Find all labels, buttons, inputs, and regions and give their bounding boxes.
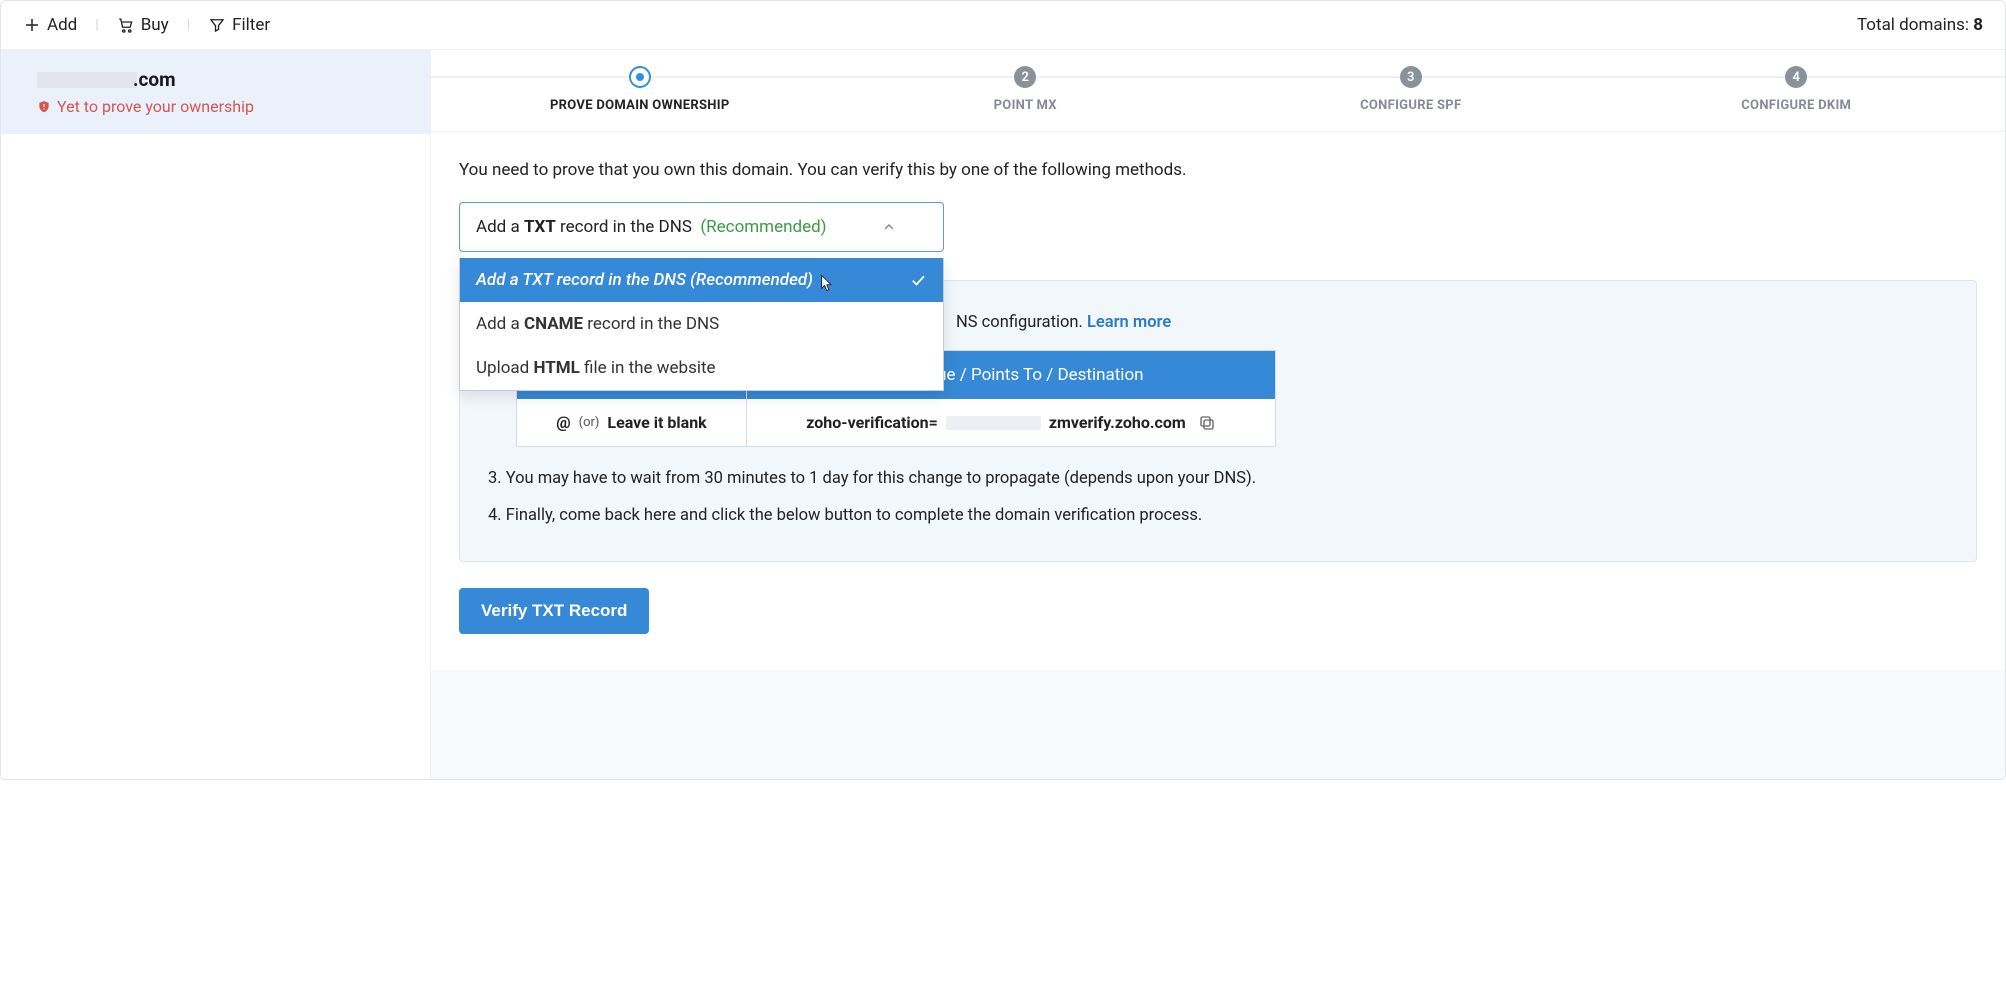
step-label: Point MX [994, 98, 1057, 113]
step-circle: 2 [1014, 66, 1036, 88]
toolbar-separator: | [187, 17, 190, 33]
option-cname-record[interactable]: Add a CNAME record in the DNS [460, 302, 943, 346]
top-toolbar: Add | Buy | Filter Total domains: 8 [1, 1, 2005, 50]
step-prove-ownership[interactable]: Prove Domain Ownership [447, 66, 833, 113]
intro-text: You need to prove that you own this doma… [459, 160, 1977, 180]
cart-icon [117, 16, 135, 34]
stepper: Prove Domain Ownership 2 Point MX 3 Conf… [431, 50, 2005, 132]
filter-icon [208, 16, 226, 34]
at-symbol: @ [556, 413, 570, 432]
buy-button[interactable]: Buy [117, 15, 169, 35]
redacted-value [946, 416, 1041, 430]
verification-panel: You need to prove that you own this doma… [431, 132, 2005, 670]
shield-alert-icon [37, 100, 51, 114]
option-label: Upload HTML file in the website [476, 358, 716, 378]
txt-value-pre: zoho-verification= [806, 413, 938, 432]
domain-sidebar: .com Yet to prove your ownership [1, 50, 431, 779]
verify-txt-button[interactable]: Verify TXT Record [459, 588, 649, 634]
step-label: Prove Domain Ownership [550, 98, 730, 113]
domain-name: .com [37, 68, 394, 91]
step-configure-spf[interactable]: 3 Configure SPF [1218, 66, 1604, 113]
option-label: Add a CNAME record in the DNS [476, 314, 719, 334]
add-button[interactable]: Add [23, 15, 77, 35]
txt-name-cell: @ (or) Leave it blank [517, 399, 747, 446]
total-domains: Total domains: 8 [1857, 15, 1983, 35]
step-label: Configure SPF [1360, 98, 1461, 113]
option-label: Add a TXT record in the DNS (Recommended… [476, 270, 813, 290]
warning-text: Yet to prove your ownership [57, 97, 254, 116]
step-configure-dkim[interactable]: 4 Configure DKIM [1604, 66, 1990, 113]
method-dropdown: Add a TXT record in the DNS (Recommended… [459, 258, 944, 391]
total-label: Total domains: [1857, 15, 1973, 35]
option-txt-record[interactable]: Add a TXT record in the DNS (Recommended… [460, 258, 943, 302]
txt-value-cell: zoho-verification= zmverify.zoho.com [747, 399, 1275, 446]
toolbar-left: Add | Buy | Filter [23, 15, 270, 35]
add-label: Add [47, 15, 77, 35]
step-point-mx[interactable]: 2 Point MX [833, 66, 1219, 113]
plus-icon [23, 16, 41, 34]
copy-icon[interactable] [1198, 414, 1216, 432]
leave-blank-text: Leave it blank [607, 413, 706, 432]
instruction-step3: 3. You may have to wait from 30 minutes … [488, 469, 1948, 488]
step-circle: 3 [1400, 66, 1422, 88]
option-html-file[interactable]: Upload HTML file in the website [460, 346, 943, 390]
step-circle: 4 [1785, 66, 1807, 88]
check-icon [909, 271, 927, 289]
total-count: 8 [1973, 15, 1983, 35]
method-select[interactable]: Add a TXT record in the DNS (Recommended… [459, 202, 944, 252]
ownership-warning: Yet to prove your ownership [37, 97, 394, 116]
recommended-tag: (Recommended) [700, 217, 826, 237]
method-select-wrap: Add a TXT record in the DNS (Recommended… [459, 202, 944, 252]
table-row: @ (or) Leave it blank zoho-verification=… [517, 399, 1275, 446]
txt-value-post: zmverify.zoho.com [1049, 413, 1186, 432]
domain-suffix: .com [133, 68, 176, 91]
toolbar-separator: | [95, 17, 98, 33]
step-circle-active [629, 66, 651, 88]
select-display: Add a TXT record in the DNS (Recommended… [476, 217, 827, 237]
content-panel: Prove Domain Ownership 2 Point MX 3 Conf… [431, 50, 2005, 779]
chevron-up-icon [881, 219, 897, 235]
main-area: .com Yet to prove your ownership Prove D… [1, 50, 2005, 779]
or-text: (or) [579, 415, 600, 430]
learn-more-link[interactable]: Learn more [1087, 313, 1171, 332]
step-label: Configure DKIM [1741, 98, 1851, 113]
domain-card[interactable]: .com Yet to prove your ownership [1, 50, 430, 134]
filter-label: Filter [232, 15, 270, 35]
instruction-step4: 4. Finally, come back here and click the… [488, 506, 1948, 525]
filter-button[interactable]: Filter [208, 15, 270, 35]
app-frame: Add | Buy | Filter Total domains: 8 [0, 0, 2006, 780]
redacted-domain [37, 72, 137, 88]
instruction-partial: NS configuration. Learn more [956, 313, 1948, 332]
buy-label: Buy [141, 15, 169, 35]
